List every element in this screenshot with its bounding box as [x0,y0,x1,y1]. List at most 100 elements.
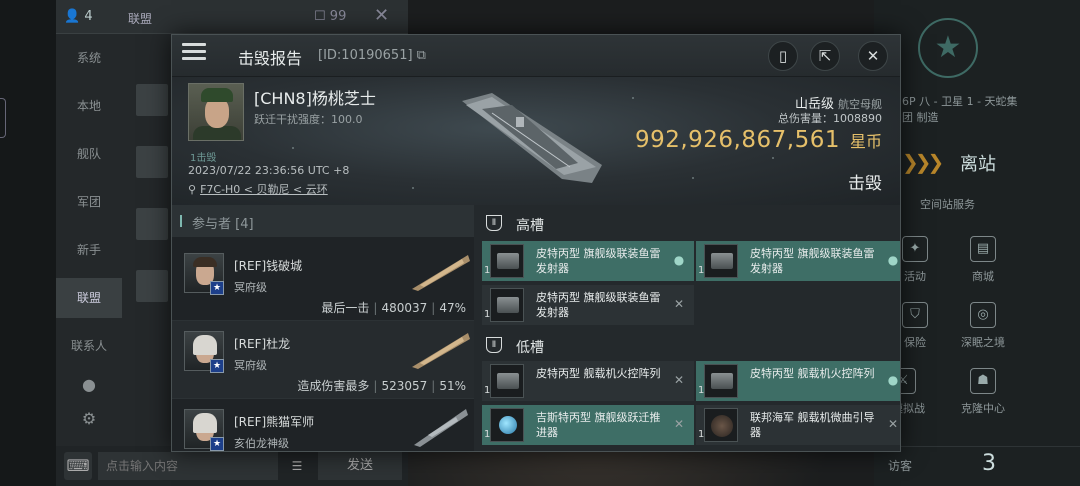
carrier-ship-image [462,93,602,183]
fitting-panel: Ⅱ 高槽 1 皮特丙型 旗舰级联装鱼雷发射器 ● 1 皮特丙型 旗舰级联装鱼雷发… [474,205,900,451]
drawer-handle[interactable] [0,98,6,138]
station-location: 6P 八 - 卫星 1 - 天蛇集 团 制造 [902,95,1018,124]
visitor-bar[interactable]: 访客 3 [874,446,1080,486]
service-deep-sleep[interactable]: ◎ 深眠之境 [948,302,1018,350]
participant-ship: 冥府级 [234,281,267,294]
module-item[interactable]: 1 皮特丙型 舰载机火控阵列 ✕ [482,361,694,401]
destroyed-x-icon: ✕ [673,417,685,431]
service-shop[interactable]: ▤ 商城 [948,236,1018,284]
low-slot-header: Ⅱ 低槽 [474,329,900,363]
torpedo-launcher-icon [704,244,738,278]
clone-icon: ☗ [970,368,996,394]
participants-header: 参与者 [4] [172,205,474,237]
visitor-count: 3 [982,451,996,476]
channel-contacts[interactable]: 联系人 [56,326,122,366]
high-slot-header: Ⅱ 高槽 [474,207,900,241]
share-icon[interactable]: ⇱ [810,41,840,71]
kill-report-dialog: 击毁报告 [ID:10190651] ⧉ ▯ ⇱ ✕ [CHN8]杨桃芝士 跃迁… [171,34,901,452]
channel-system[interactable]: 系统 [56,38,122,78]
ship-thumbnail [412,255,470,291]
warp-disrupt-strength: 跃迁干扰强度：100.0 [254,113,363,126]
participant-name: [REF]钱破城 [234,259,303,273]
isk-loss: 992,926,867,561 星币 [634,127,882,153]
participant-name: [REF]杜龙 [234,337,291,351]
chat-input-row: ⌨ ☰ 发送 [56,446,408,486]
dropped-person-icon: ● [887,253,899,267]
fire-control-array-icon [490,364,524,398]
chat-avatar [136,270,168,302]
unread-badge[interactable]: ☐ 99 [314,9,346,24]
settings-gear-icon[interactable]: ⚙ [76,406,102,432]
module-item[interactable]: 1 皮特丙型 旗舰级联装鱼雷发射器 ✕ [482,285,694,325]
participant-row[interactable]: ★ [REF]杜龙 冥府级 造成伤害最多 | 523057 | 51% [172,321,474,399]
close-icon[interactable]: ✕ [858,41,888,71]
chat-avatar [136,208,168,240]
left-edge-panel [0,0,56,486]
menu-icon[interactable] [182,43,206,65]
victim-name[interactable]: [CHN8]杨桃芝士 [254,85,376,109]
dialog-title: 击毁报告 [238,49,303,68]
chat-close-icon[interactable]: ✕ [374,5,389,26]
chat-channel-name: 联盟 [128,12,153,26]
victim-portrait[interactable] [188,83,244,141]
insurance-icon: ⛉ [902,302,928,328]
dropped-person-icon: ● [673,253,685,267]
participant-ship: 冥府级 [234,359,267,372]
participant-stats: 造成伤害最多 | 523057 | 51% [297,379,466,393]
destroyed-x-icon: ✕ [887,417,899,431]
keyboard-icon[interactable]: ⌨ [64,452,92,480]
standing-star-icon: ★ [210,437,224,451]
channel-newbie[interactable]: 新手 [56,230,122,270]
standing-star-icon: ★ [210,359,224,373]
kill-timestamp: 2023/07/22 23:36:56 UTC +8 [188,164,350,177]
location-pin-icon: ⚲ [188,183,197,196]
fighter-guidance-icon [704,408,738,442]
send-button[interactable]: 发送 [318,452,402,480]
total-damage: 总伤害量：1008890 [778,112,882,125]
participant-stats: 最后一击 | 480037 | 47% [321,301,466,315]
member-count: 👤 4 [64,9,93,24]
channel-fleet[interactable]: 舰队 [56,134,122,174]
fire-control-array-icon [704,364,738,398]
module-item[interactable]: 1 皮特丙型 舰载机火控阵列 ● [696,361,900,401]
participant-row[interactable]: ★ [REF]钱破城 冥府级 最后一击 | 480037 | 47% [172,243,474,321]
station-panel: ★ 6P 八 - 卫星 1 - 天蛇集 团 制造 ❯❯❯ 离站 空间站服务 ✦ 活… [874,0,1080,486]
person-icon[interactable]: ● [76,372,102,398]
chat-avatar [136,146,168,178]
ship-thumbnail [412,333,470,369]
service-clone[interactable]: ☗ 克隆中心 [948,368,1018,416]
torpedo-launcher-icon [490,244,524,278]
participant-ship: 亥伯龙神级 [234,437,289,450]
kill-location[interactable]: ⚲ F7C-H0 < 贝勒尼 < 云环 [188,181,328,197]
kill-id[interactable]: [ID:10190651] ⧉ [318,48,426,63]
destroyed-x-icon: ✕ [673,373,685,387]
torpedo-launcher-icon [490,288,524,322]
chat-avatar [136,84,168,116]
undock-button[interactable]: ❯❯❯ 离站 [902,146,1062,178]
channel-alliance[interactable]: 联盟 [56,278,122,318]
kill-status: 击毁 [848,174,882,194]
warp-thruster-icon [490,408,524,442]
kill-tag: 1击毁 [190,153,217,164]
visitor-label: 访客 [888,459,913,473]
clipboard-icon[interactable]: ▯ [768,41,798,71]
module-item[interactable]: 1 皮特丙型 旗舰级联装鱼雷发射器 ● [696,241,900,281]
dropped-person-icon: ● [887,373,899,387]
module-item[interactable]: 1 吉斯特丙型 旗舰级跃迁推进器 ✕ [482,405,694,445]
destroyed-x-icon: ✕ [673,297,685,311]
chat-header: 👤 4 联盟 ☐ 99 ✕ [56,0,408,34]
chat-menu-icon[interactable]: ☰ [282,452,312,480]
activity-icon: ✦ [902,236,928,262]
high-slot-icon: Ⅱ [486,215,502,231]
deep-sleep-icon: ◎ [970,302,996,328]
module-item[interactable]: 1 皮特丙型 旗舰级联装鱼雷发射器 ● [482,241,694,281]
module-item[interactable]: 1 联邦海军 舰载机微曲引导器 ✕ [696,405,900,445]
chat-input[interactable] [98,452,278,480]
participant-row[interactable]: ★ [REF]熊猫军师 亥伯龙神级 [172,399,474,451]
channel-local[interactable]: 本地 [56,86,122,126]
low-slot-icon: Ⅱ [486,337,502,353]
channel-corp[interactable]: 军团 [56,182,122,222]
standing-star-icon: ★ [210,281,224,295]
corp-emblem-icon: ★ [918,18,978,78]
station-services-title: 空间站服务 [920,198,975,211]
